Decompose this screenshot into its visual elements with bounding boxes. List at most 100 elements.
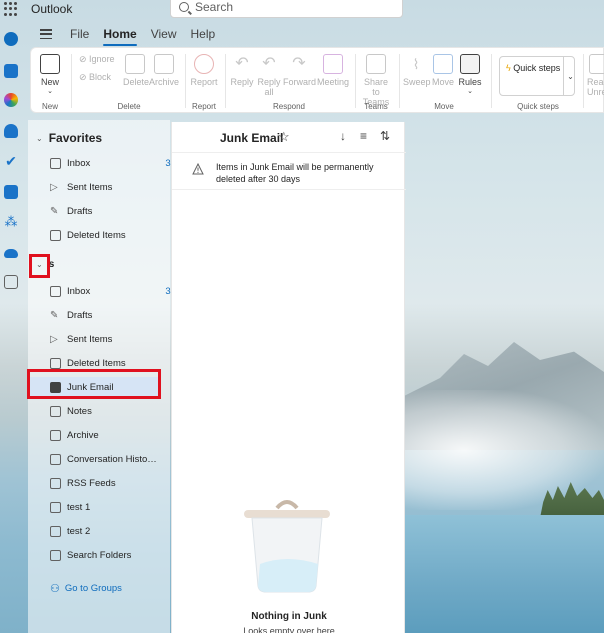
send-icon: ▷ [50,333,58,345]
folder-item-test1[interactable]: test 1 2 [50,497,184,517]
tab-home[interactable]: Home [103,27,138,46]
reply-button[interactable]: ↶ Reply [229,54,255,87]
tab-file[interactable]: File [70,27,89,41]
chevron-down-icon: ⌄ [36,133,43,143]
favorites-item-inbox[interactable]: Inbox 30 [50,153,184,173]
meeting-button[interactable]: Meeting [317,54,349,87]
junk-info-bar: Items in Junk Email will be permanently … [172,152,406,190]
onedrive-icon[interactable] [4,249,18,258]
move-folder-icon [433,54,453,74]
go-to-groups-link[interactable]: ⚇ Go to Groups [50,582,122,595]
empty-state-title: Nothing in Junk [251,611,327,622]
block-label: Block [89,72,112,82]
go-to-groups-label: Go to Groups [64,583,122,594]
favorites-label: Favorites [48,131,103,145]
report-icon [194,54,214,74]
folder-label: test 2 [67,525,91,537]
read-unread-label: Read/ Unre [587,77,604,97]
folder-label: Archive [67,429,99,441]
report-label: Report [190,77,218,87]
folder-item-archive[interactable]: Archive [50,425,184,445]
folder-item-drafts[interactable]: ✎ Drafts 8 [50,305,184,325]
reply-icon: ↶ [235,55,249,72]
filter-icon[interactable]: ≡ [360,129,367,143]
folder-item-notes[interactable]: Notes [50,401,184,421]
reply-label: Reply [230,77,254,87]
folder-label: Sent Items [67,181,113,193]
quick-steps-label: Quick steps [513,63,561,73]
junk-info-text: Items in Junk Email will be permanently … [216,162,374,184]
background-lake [404,515,604,633]
archive-icon [50,429,61,441]
warning-icon [192,163,204,175]
sweep-button[interactable]: ⌇ Sweep [403,54,431,87]
folder-label: test 1 [67,501,91,513]
group-respond: Respond [272,102,306,111]
archive-button[interactable]: Archive [149,54,179,87]
rules-button[interactable]: Rules ⌄ [457,54,483,97]
copilot-icon[interactable] [4,93,18,107]
pencil-icon: ✎ [50,309,59,321]
app-rail: ✔ ⁂ [0,20,22,633]
sweep-icon: ⌇ [412,56,420,72]
read-unread-button[interactable]: Read/ Unre [587,54,604,97]
forward-icon: ↷ [292,55,306,72]
compose-icon [40,54,60,74]
forward-button[interactable]: ↷ Forward [283,54,316,87]
todo-icon[interactable]: ✔ [4,154,18,168]
folder-item-sent[interactable]: ▷ Sent Items [50,329,184,349]
favorites-item-sent[interactable]: ▷ Sent Items [50,177,184,197]
folder-item-rss[interactable]: RSS Feeds [50,473,184,493]
folder-item-test2[interactable]: test 2 [50,521,184,541]
folder-label: Sent Items [67,333,113,345]
move-label: Move [431,77,454,87]
quick-steps-dropdown[interactable]: ⌄ [563,56,577,96]
hamburger-menu-icon[interactable] [40,29,52,39]
tab-view[interactable]: View [151,27,177,41]
favorites-item-drafts[interactable]: ✎ Drafts 8 [50,201,184,221]
block-button[interactable]: ⊘ Block [79,72,111,83]
org-icon[interactable]: ⁂ [4,215,18,229]
new-button[interactable]: New ⌄ [35,54,65,97]
menu-tabs: File Home View Help [30,24,229,46]
favorites-header[interactable]: ⌄ Favorites [36,131,102,145]
move-button[interactable]: Move [431,54,455,87]
files-icon[interactable] [4,185,18,199]
people-icon[interactable] [4,124,18,138]
folder-label: Drafts [67,205,93,217]
search-box[interactable]: Search [170,0,403,18]
notes-icon [50,405,61,417]
reply-all-button[interactable]: ↶ Reply all [257,54,281,97]
read-unread-icon [589,54,604,74]
pencil-icon: ✎ [50,205,59,217]
folder-item-conversation-history[interactable]: Conversation Histo… [50,449,184,469]
rules-icon [460,54,480,74]
folder-item-inbox[interactable]: Inbox 30 [50,281,184,301]
folder-label: Deleted Items [67,357,126,369]
sort-icon[interactable]: ⇅ [380,129,390,143]
delete-button[interactable]: Delete [123,54,149,87]
favorites-item-deleted[interactable]: Deleted Items [50,225,184,245]
report-button[interactable]: Report [189,54,219,87]
folder-label: Inbox [67,157,91,169]
jump-down-icon[interactable]: ↓ [340,129,346,143]
mail-icon[interactable] [4,32,18,46]
group-teams: Teams [364,102,388,111]
group-new: New [41,102,58,111]
sweep-label: Sweep [403,77,431,87]
app-launcher-icon[interactable] [4,2,18,16]
more-apps-icon[interactable] [4,275,18,289]
favorite-star-icon[interactable]: ☆ [278,129,290,145]
folder-title: Junk Email [220,131,284,145]
calendar-icon[interactable] [4,64,18,78]
folder-icon [50,477,61,489]
ignore-label: Ignore [89,54,115,64]
folder-item-search-folders[interactable]: Search Folders [50,545,184,565]
inbox-icon [50,285,61,297]
ignore-button[interactable]: ⊘ Ignore [79,54,115,65]
share-to-teams-button[interactable]: Share to Teams [359,54,393,107]
app-title: Outlook [31,2,73,16]
tab-help[interactable]: Help [190,27,215,41]
folder-icon [50,525,61,537]
reply-all-icon: ↶ [262,55,276,72]
